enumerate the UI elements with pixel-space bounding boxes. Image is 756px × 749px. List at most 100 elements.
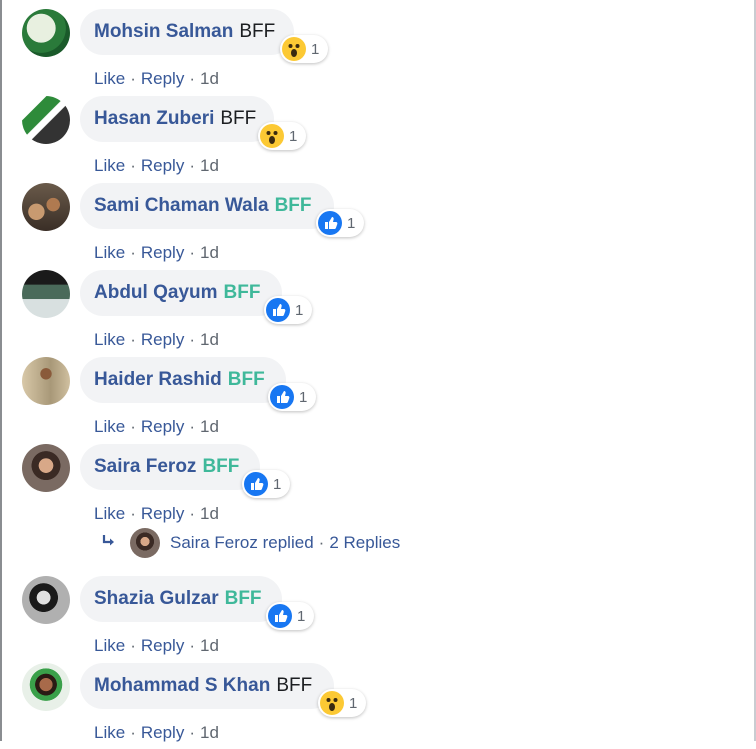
like-reaction-icon <box>266 298 290 322</box>
avatar[interactable] <box>22 9 70 57</box>
reply-link[interactable]: Reply <box>141 156 184 175</box>
reaction-summary[interactable]: 1 <box>264 296 313 324</box>
timestamp[interactable]: 1d <box>200 723 219 742</box>
timestamp[interactable]: 1d <box>200 636 219 655</box>
like-link[interactable]: Like <box>94 330 125 349</box>
comment-bubble: Saira Feroz BFF <box>80 444 260 490</box>
comment: Mohsin Salman BFF 1 Like · Reply · 1d <box>22 9 742 95</box>
comment-author[interactable]: Sami Chaman Wala <box>94 195 269 217</box>
avatar[interactable] <box>22 444 70 492</box>
timestamp[interactable]: 1d <box>200 156 219 175</box>
comment-bubble: Mohsin Salman BFF <box>80 9 294 55</box>
timestamp[interactable]: 1d <box>200 417 219 436</box>
comment-bubble: Hasan Zuberi BFF <box>80 96 274 142</box>
wow-reaction-icon <box>282 37 306 61</box>
avatar[interactable] <box>22 183 70 231</box>
comment-text: BFF <box>224 588 262 609</box>
comment-bubble: Haider Rashid BFF <box>80 357 286 403</box>
comment-actions: Like · Reply · 1d <box>94 156 219 175</box>
comment-author[interactable]: Hasan Zuberi <box>94 108 214 130</box>
timestamp[interactable]: 1d <box>200 243 219 262</box>
reaction-count: 1 <box>311 40 320 58</box>
comment-author[interactable]: Mohsin Salman <box>94 21 233 43</box>
comment: Abdul Qayum BFF 1 Like · Reply · 1d <box>22 270 742 356</box>
comment: Sami Chaman Wala BFF 1 Like · Reply · 1d <box>22 183 742 269</box>
comment-actions: Like · Reply · 1d <box>94 504 219 523</box>
avatar[interactable] <box>22 270 70 318</box>
reply-arrow-icon <box>100 532 130 555</box>
comment: Shazia Gulzar BFF 1 Like · Reply · 1d <box>22 576 742 662</box>
comment-bubble: Sami Chaman Wala BFF <box>80 183 334 229</box>
reply-link[interactable]: Reply <box>141 417 184 436</box>
reply-link[interactable]: Reply <box>141 243 184 262</box>
avatar[interactable] <box>130 528 160 558</box>
reply-author: Saira Feroz <box>170 533 258 552</box>
comment-text: BFF <box>227 369 265 390</box>
avatar[interactable] <box>22 663 70 711</box>
view-replies[interactable]: Saira Feroz replied · 2 Replies <box>100 527 500 559</box>
like-link[interactable]: Like <box>94 504 125 523</box>
reaction-summary[interactable]: 1 <box>280 35 329 63</box>
reaction-count: 1 <box>349 694 358 712</box>
wow-reaction-icon <box>260 124 284 148</box>
comment: Saira Feroz BFF 1 Like · Reply · 1d <box>22 444 742 530</box>
comment-actions: Like · Reply · 1d <box>94 723 219 742</box>
reply-link[interactable]: Reply <box>141 723 184 742</box>
comment-actions: Like · Reply · 1d <box>94 243 219 262</box>
like-link[interactable]: Like <box>94 156 125 175</box>
comment-text: BFF <box>274 195 312 216</box>
reaction-summary[interactable]: 1 <box>316 209 365 237</box>
window-edge-left <box>0 0 2 741</box>
reaction-summary[interactable]: 1 <box>266 602 315 630</box>
reaction-summary[interactable]: 1 <box>318 689 367 717</box>
reaction-count: 1 <box>289 127 298 145</box>
comment-text: BFF <box>220 108 257 129</box>
reaction-summary[interactable]: 1 <box>258 122 307 150</box>
reply-link[interactable]: Reply <box>141 69 184 88</box>
comment-actions: Like · Reply · 1d <box>94 417 219 436</box>
reply-link[interactable]: Reply <box>141 636 184 655</box>
comment-author[interactable]: Abdul Qayum <box>94 282 218 304</box>
comment-bubble: Shazia Gulzar BFF <box>80 576 282 622</box>
avatar[interactable] <box>22 576 70 624</box>
reaction-count: 1 <box>299 388 308 406</box>
like-link[interactable]: Like <box>94 417 125 436</box>
comment-text: BFF <box>223 282 261 303</box>
replies-count[interactable]: 2 Replies <box>329 533 400 553</box>
reaction-count: 1 <box>295 301 304 319</box>
wow-reaction-icon <box>320 691 344 715</box>
comment-author[interactable]: Haider Rashid <box>94 369 222 391</box>
reaction-count: 1 <box>273 475 282 493</box>
comment: Hasan Zuberi BFF 1 Like · Reply · 1d <box>22 96 742 182</box>
comment: Haider Rashid BFF 1 Like · Reply · 1d <box>22 357 742 443</box>
reaction-summary[interactable]: 1 <box>242 470 291 498</box>
reply-verb: replied <box>262 533 314 552</box>
comment-actions: Like · Reply · 1d <box>94 69 219 88</box>
timestamp[interactable]: 1d <box>200 69 219 88</box>
comment-actions: Like · Reply · 1d <box>94 636 219 655</box>
comment-author[interactable]: Mohammad S Khan <box>94 675 270 697</box>
like-reaction-icon <box>270 385 294 409</box>
comment-author[interactable]: Saira Feroz <box>94 456 196 478</box>
comment-author[interactable]: Shazia Gulzar <box>94 588 219 610</box>
reply-link[interactable]: Reply <box>141 504 184 523</box>
like-link[interactable]: Like <box>94 69 125 88</box>
like-link[interactable]: Like <box>94 723 125 742</box>
like-reaction-icon <box>268 604 292 628</box>
timestamp[interactable]: 1d <box>200 330 219 349</box>
like-link[interactable]: Like <box>94 243 125 262</box>
reaction-summary[interactable]: 1 <box>268 383 317 411</box>
comment-bubble: Mohammad S Khan BFF <box>80 663 334 709</box>
comment-text: BFF <box>239 21 276 42</box>
reaction-count: 1 <box>347 214 356 232</box>
comment-text: BFF <box>202 456 240 477</box>
comment-text: BFF <box>276 675 313 696</box>
avatar[interactable] <box>22 96 70 144</box>
like-reaction-icon <box>318 211 342 235</box>
avatar[interactable] <box>22 357 70 405</box>
like-reaction-icon <box>244 472 268 496</box>
reaction-count: 1 <box>297 607 306 625</box>
like-link[interactable]: Like <box>94 636 125 655</box>
timestamp[interactable]: 1d <box>200 504 219 523</box>
reply-link[interactable]: Reply <box>141 330 184 349</box>
